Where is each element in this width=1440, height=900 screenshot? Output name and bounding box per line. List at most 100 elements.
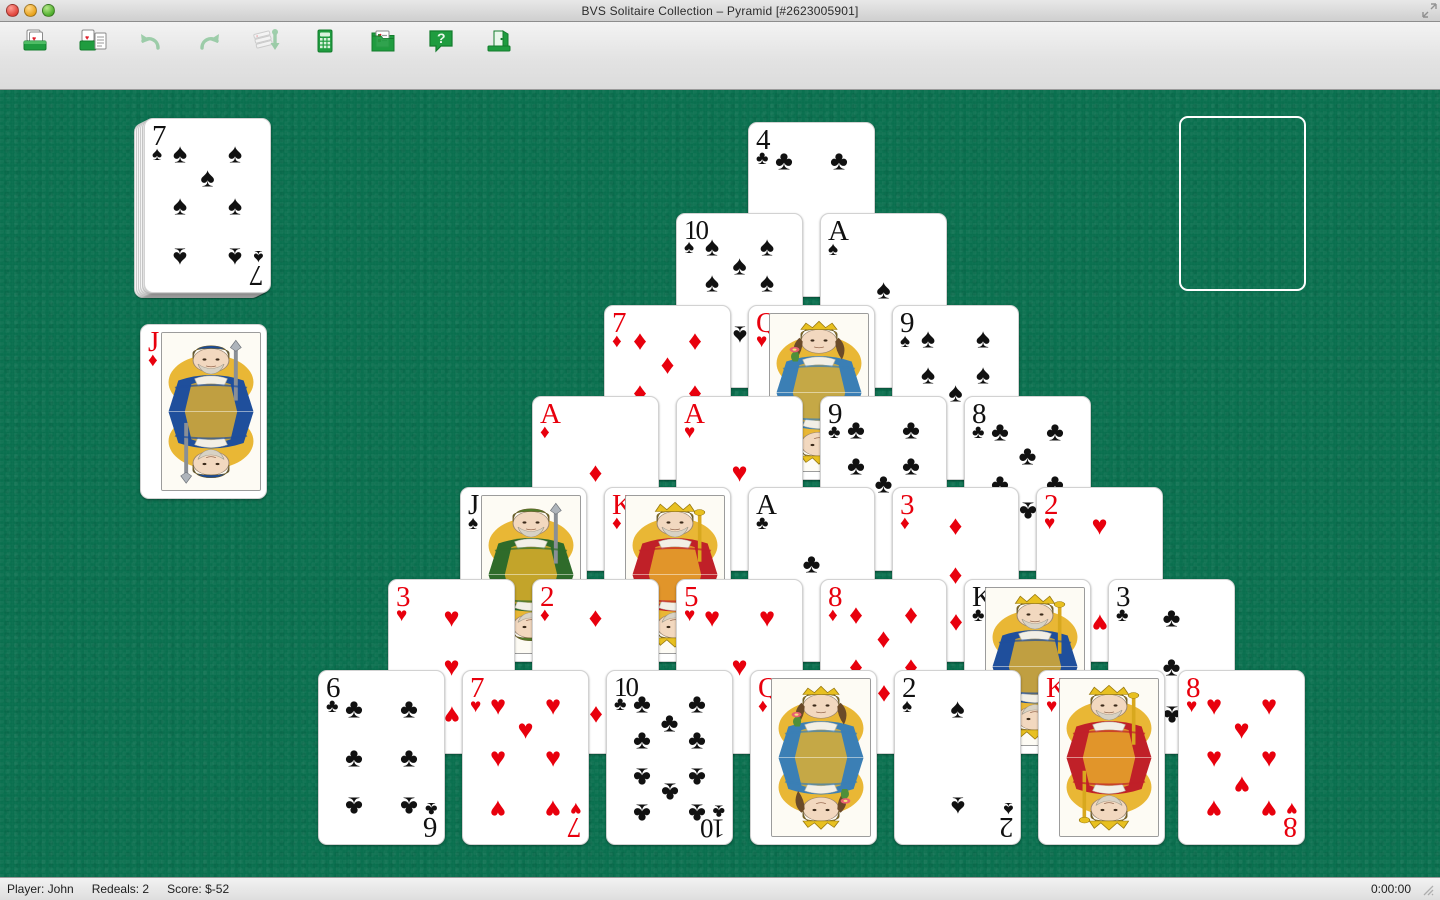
card-pip: ♣ xyxy=(633,724,651,755)
card-7-of-hearts[interactable]: 7 ♥ 7 ♥ ♥ ♥ ♥ ♥ ♥ ♥ ♥ xyxy=(462,670,589,845)
game-table[interactable]: 4♣ 4♣ ♣♣♣♣ 10♠ 10♠ ♠♠♠♠♠♠♠♠♠♠ A♠ A♠ ♠ 7♦… xyxy=(0,90,1440,877)
card-pip: ♥ xyxy=(489,690,507,721)
card-pip: ♥ xyxy=(544,690,562,721)
card-pip: ♦ xyxy=(948,510,963,541)
window-title: BVS Solitaire Collection – Pyramid [#262… xyxy=(581,3,859,18)
card-pip: ♠ xyxy=(227,190,243,220)
card-10-of-clubs[interactable]: 10 ♣ 10 ♣ ♣ ♣ ♣ ♣ ♣ ♣ ♣ ♣ ♣ ♣ xyxy=(606,670,733,845)
title-bar: BVS Solitaire Collection – Pyramid [#262… xyxy=(0,0,1440,22)
card-pip: ♠ xyxy=(732,320,747,351)
toolbar-button-select[interactable]: ♥ xyxy=(64,26,122,59)
card-pip: ♣ xyxy=(1018,440,1037,471)
card-pip: ♣ xyxy=(991,416,1009,447)
card-6-of-clubs[interactable]: 6 ♣ 6 ♣ ♣ ♣ ♣ ♣ ♣ ♣ xyxy=(318,670,445,845)
stock-pile-top-card[interactable]: 7 ♠ 7 ♠ ♠ ♠ ♠ ♠ ♠ ♠ ♠ xyxy=(144,118,271,293)
card-pip: ♦ xyxy=(876,679,891,710)
close-button[interactable] xyxy=(6,4,19,17)
card-pip: ♥ xyxy=(1091,608,1108,639)
card-pip: ♦ xyxy=(876,623,891,654)
foundation-slot[interactable] xyxy=(1179,116,1306,291)
card-corner-top: J ♠ xyxy=(468,489,479,534)
minimize-button[interactable] xyxy=(24,4,37,17)
card-pip: ♣ xyxy=(847,450,865,481)
court-illustration xyxy=(161,332,261,491)
card-pip: ♣ xyxy=(1018,496,1037,527)
card-2-of-spades[interactable]: 2 ♠ 2 ♠ ♠ ♠ xyxy=(894,670,1021,845)
card-pip: ♥ xyxy=(544,742,562,772)
card-pip: ♦ xyxy=(904,599,918,630)
card-pip: ♠ xyxy=(704,267,720,298)
toolbar-button-new[interactable]: ♥ xyxy=(6,26,64,59)
toolbar-button-statistics[interactable] xyxy=(296,26,354,59)
waste-pile-top-card[interactable]: J♦ J♦ xyxy=(140,324,267,499)
card-8-of-hearts[interactable]: 8 ♥ 8 ♥ ♥ ♥ ♥ ♥ ♥ ♥ ♥ ♥ xyxy=(1178,670,1305,845)
card-pip: ♣ xyxy=(633,798,651,829)
card-pip: ♣ xyxy=(345,791,363,822)
solitaire-window: BVS Solitaire Collection – Pyramid [#262… xyxy=(0,0,1440,900)
toolbar-button-preferences[interactable] xyxy=(354,26,412,59)
card-pip: ♣ xyxy=(660,777,679,808)
card-k-of-hearts[interactable]: K♥ K♥ xyxy=(1038,670,1165,845)
card-pip: ♠ xyxy=(227,138,243,169)
court-illustration xyxy=(1059,678,1159,837)
card-pip: ♠ xyxy=(950,791,965,822)
player-label: Player: John xyxy=(7,882,74,896)
card-pip: ♦ xyxy=(588,700,603,731)
card-pip: ♠ xyxy=(172,190,188,220)
card-pip: ♥ xyxy=(1260,742,1278,772)
toolbar-button-redo xyxy=(180,26,238,59)
autoplay-icon: ♥ xyxy=(252,26,282,56)
card-pip: ♣ xyxy=(688,798,706,829)
card-pip: ♥ xyxy=(1205,794,1223,825)
redeals-label: Redeals: 2 xyxy=(91,882,150,896)
card-corner-top: J ♦ xyxy=(148,326,159,371)
card-pip: ♥ xyxy=(731,457,748,488)
card-pip: ♣ xyxy=(633,688,651,719)
card-pip: ♠ xyxy=(920,359,936,390)
card-pips: ♥ ♥ ♥ ♥ ♥ ♥ ♥ xyxy=(463,671,588,844)
zoom-button[interactable] xyxy=(42,4,55,17)
card-q-of-diamonds[interactable]: Q♦ Q♦ xyxy=(750,670,877,845)
card-pip: ♣ xyxy=(400,693,418,724)
card-pip: ♣ xyxy=(802,548,821,579)
card-pip: ♥ xyxy=(1260,690,1278,721)
card-pip: ♠ xyxy=(876,274,891,305)
card-pips: ♠ ♠ ♠ ♠ ♠ ♠ ♠ xyxy=(145,119,270,292)
redo-icon xyxy=(194,26,224,56)
card-pip: ♠ xyxy=(200,162,215,193)
card-pips: ♠ ♠ xyxy=(895,671,1020,844)
card-pip: ♠ xyxy=(732,250,747,281)
card-pip: ♠ xyxy=(227,242,243,273)
timer-label: 0:00:00 xyxy=(1370,882,1411,896)
court-illustration xyxy=(771,678,871,837)
card-pip: ♥ xyxy=(443,602,460,633)
toolbar-button-undo xyxy=(122,26,180,59)
card-pip: ♥ xyxy=(1205,690,1223,721)
card-pip: ♠ xyxy=(704,231,720,262)
card-pip: ♣ xyxy=(902,450,920,481)
toolbar-button-rules[interactable]: ? xyxy=(412,26,470,59)
card-pip: ♦ xyxy=(588,457,603,488)
rules-icon: ? xyxy=(426,26,456,56)
card-pip: ♦ xyxy=(660,349,675,380)
card-pip: ♥ xyxy=(731,651,748,681)
resize-grip-icon[interactable] xyxy=(1420,882,1434,896)
card-pips: ♣ ♣ ♣ ♣ ♣ ♣ ♣ ♣ ♣ ♣ xyxy=(607,671,732,844)
card-pip: ♥ xyxy=(489,742,507,772)
card-pip: ♣ xyxy=(345,742,363,772)
card-pip: ♣ xyxy=(775,145,793,176)
window-controls xyxy=(6,4,55,17)
exit-icon xyxy=(484,26,514,56)
card-pip: ♥ xyxy=(1233,770,1250,801)
card-pip: ♣ xyxy=(688,762,706,793)
toolbar-button-exit[interactable] xyxy=(470,26,528,59)
resize-corner-icon[interactable] xyxy=(1422,3,1437,18)
card-pip: ♦ xyxy=(588,602,603,633)
card-pips: ♥ ♥ ♥ ♥ ♥ ♥ ♥ ♥ xyxy=(1179,671,1304,844)
toolbar-button-autoplay-on: ♥ xyxy=(238,26,296,59)
card-pip: ♠ xyxy=(759,231,775,262)
card-pip: ♣ xyxy=(1162,602,1181,633)
svg-text:?: ? xyxy=(437,30,446,46)
statistics-icon xyxy=(310,26,340,56)
card-pip: ♣ xyxy=(847,414,865,445)
